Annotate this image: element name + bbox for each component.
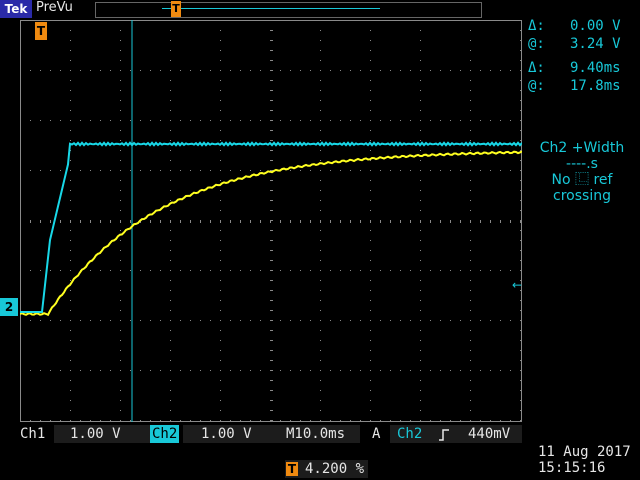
record-length-bar (95, 2, 482, 18)
trigger-position-icon: T (171, 1, 181, 17)
record-view-window (162, 8, 380, 9)
date-readout: 11 Aug 2017 (538, 444, 631, 460)
ch2-waveform (20, 141, 522, 313)
measurement-readout: Ch2 +Width ----.s No ⿺ ref crossing (526, 140, 638, 204)
measurement-status-detail: crossing (553, 188, 611, 204)
top-bar: Tek PreVu T (0, 0, 640, 20)
acquisition-state: PreVu (36, 0, 73, 15)
voltage-at-value: 3.24 V (570, 36, 621, 52)
timebase[interactable]: M10.0ms (284, 425, 360, 443)
time-at-symbol: @: (528, 78, 545, 94)
time-delta-value: 9.40ms (570, 60, 621, 76)
trigger-source[interactable]: Ch2 (397, 425, 422, 443)
voltage-at-symbol: @: (528, 36, 545, 52)
ch2-label[interactable]: Ch2 (150, 425, 180, 443)
measurement-value: ----.s (566, 156, 598, 172)
time-at-value: 17.8ms (570, 78, 621, 94)
trigger-position-marker-icon: T (286, 462, 298, 476)
time-readout: 15:15:16 (538, 460, 606, 476)
time-delta-symbol: Δ: (528, 60, 545, 76)
measurement-status: No ⿺ ref (551, 172, 613, 188)
waveform-display[interactable] (20, 20, 522, 422)
ch2-ground-marker[interactable]: 2 (0, 298, 18, 316)
ch1-label[interactable]: Ch1 (20, 425, 45, 443)
tek-logo: Tek (0, 0, 32, 18)
trigger-a-label: A (372, 426, 381, 442)
measurement-name: Ch2 +Width (539, 140, 625, 156)
voltage-delta-symbol: Δ: (528, 18, 545, 34)
trigger-level-arrow-icon: ← (512, 278, 523, 292)
voltage-delta-value: 0.00 V (570, 18, 621, 34)
trigger-level[interactable]: 440mV (468, 425, 510, 443)
graticule (20, 20, 522, 422)
